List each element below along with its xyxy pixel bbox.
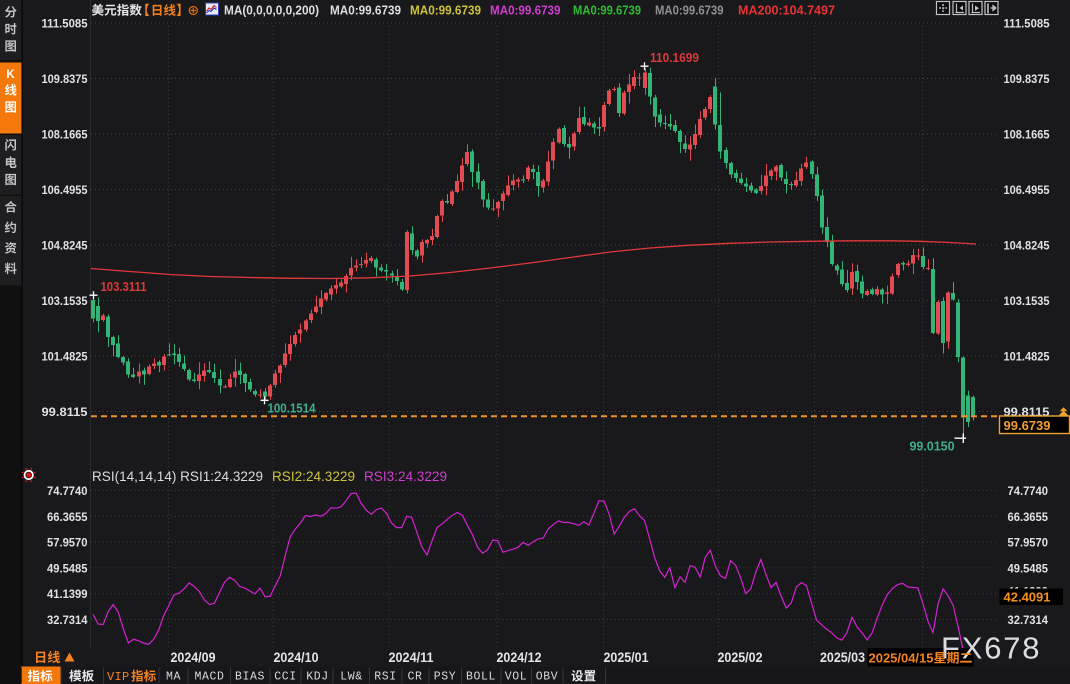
svg-text:66.3655: 66.3655 bbox=[47, 510, 88, 524]
svg-text:MA(0,0,0,0,0,200): MA(0,0,0,0,0,200) bbox=[224, 4, 319, 18]
svg-text:VIP: VIP bbox=[107, 670, 130, 684]
svg-text:MA0:99.6739: MA0:99.6739 bbox=[655, 4, 724, 18]
svg-text:VOL: VOL bbox=[505, 671, 528, 684]
svg-text:LW&: LW& bbox=[340, 671, 363, 684]
svg-text:RSI2:24.3229: RSI2:24.3229 bbox=[272, 469, 355, 484]
svg-text:104.8245: 104.8245 bbox=[42, 239, 88, 253]
svg-text:103.1535: 103.1535 bbox=[1004, 294, 1050, 308]
svg-text:42.4091: 42.4091 bbox=[1004, 590, 1051, 605]
svg-text:CR: CR bbox=[407, 671, 422, 684]
svg-text:66.3655: 66.3655 bbox=[1008, 510, 1049, 524]
svg-text:2025/02: 2025/02 bbox=[718, 650, 763, 665]
svg-text:RSI3:24.3229: RSI3:24.3229 bbox=[364, 469, 447, 484]
svg-text:99.8115: 99.8115 bbox=[42, 405, 88, 419]
svg-text:108.1665: 108.1665 bbox=[42, 128, 88, 142]
svg-text:101.4825: 101.4825 bbox=[1004, 350, 1050, 364]
svg-text:2024/10: 2024/10 bbox=[274, 650, 319, 665]
svg-text:OBV: OBV bbox=[536, 671, 559, 684]
svg-text:FX678: FX678 bbox=[941, 631, 1041, 666]
svg-text:K: K bbox=[6, 69, 15, 81]
svg-text:2025/04/15: 2025/04/15 bbox=[869, 651, 934, 666]
svg-text:74.7740: 74.7740 bbox=[1008, 484, 1049, 498]
svg-text:2024/09: 2024/09 bbox=[171, 650, 216, 665]
svg-text:2025/03: 2025/03 bbox=[820, 650, 865, 665]
svg-text:74.7740: 74.7740 bbox=[47, 484, 88, 498]
svg-text:100.1514: 100.1514 bbox=[268, 402, 316, 416]
svg-text:104.8245: 104.8245 bbox=[1004, 239, 1050, 253]
svg-text:RSI: RSI bbox=[374, 671, 397, 684]
svg-text:99.6739: 99.6739 bbox=[1004, 418, 1051, 433]
svg-text:41.1399: 41.1399 bbox=[47, 587, 88, 601]
svg-text:101.4825: 101.4825 bbox=[42, 350, 88, 364]
svg-text:2024/11: 2024/11 bbox=[389, 650, 434, 665]
svg-text:MA0:99.6739: MA0:99.6739 bbox=[330, 4, 401, 18]
svg-text:KDJ: KDJ bbox=[306, 671, 329, 684]
svg-text:32.7314: 32.7314 bbox=[47, 613, 88, 627]
svg-text:109.8375: 109.8375 bbox=[1004, 72, 1050, 86]
svg-text:MA0:99.6739: MA0:99.6739 bbox=[410, 4, 481, 18]
svg-text:57.9570: 57.9570 bbox=[1008, 536, 1049, 550]
svg-text:109.8375: 109.8375 bbox=[42, 72, 88, 86]
svg-text:BOLL: BOLL bbox=[466, 671, 496, 684]
svg-text:32.7314: 32.7314 bbox=[1008, 613, 1049, 627]
svg-text:2025/01: 2025/01 bbox=[604, 650, 649, 665]
svg-text:111.5085: 111.5085 bbox=[42, 17, 88, 31]
svg-text:99.0150: 99.0150 bbox=[910, 440, 955, 454]
svg-text:103.3111: 103.3111 bbox=[101, 280, 147, 294]
svg-text:MA: MA bbox=[166, 671, 181, 684]
svg-text:MACD: MACD bbox=[194, 671, 224, 684]
svg-text:110.1699: 110.1699 bbox=[650, 51, 699, 65]
svg-text:2024/12: 2024/12 bbox=[497, 650, 542, 665]
svg-text:CCI: CCI bbox=[274, 671, 297, 684]
svg-text:108.1665: 108.1665 bbox=[1004, 128, 1050, 142]
svg-text:49.5485: 49.5485 bbox=[47, 561, 88, 575]
svg-text:106.4955: 106.4955 bbox=[42, 183, 88, 197]
svg-text:49.5485: 49.5485 bbox=[1008, 561, 1049, 575]
svg-text:111.5085: 111.5085 bbox=[1004, 17, 1050, 31]
svg-text:106.4955: 106.4955 bbox=[1004, 183, 1050, 197]
svg-text:BIAS: BIAS bbox=[235, 671, 265, 684]
svg-text:RSI(14,14,14) RSI1:24.3229: RSI(14,14,14) RSI1:24.3229 bbox=[92, 469, 263, 484]
svg-text:MA200:104.7497: MA200:104.7497 bbox=[738, 4, 835, 18]
svg-text:MA0:99.6739: MA0:99.6739 bbox=[490, 4, 561, 18]
svg-text:103.1535: 103.1535 bbox=[42, 294, 88, 308]
svg-text:57.9570: 57.9570 bbox=[47, 536, 88, 550]
svg-text:PSY: PSY bbox=[434, 671, 457, 684]
svg-text:MA0:99.6739: MA0:99.6739 bbox=[573, 4, 641, 18]
